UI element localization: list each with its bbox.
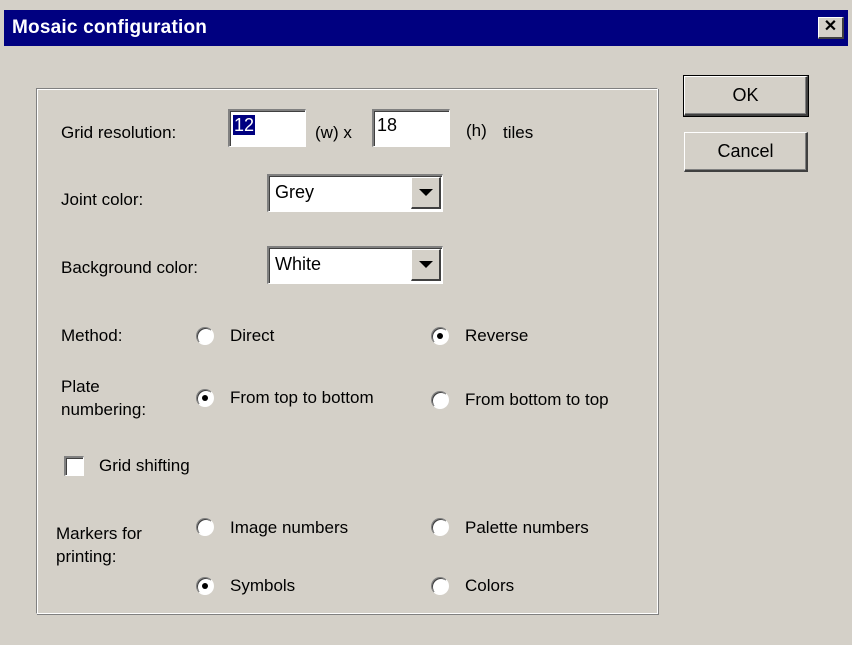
plate-numbering-label-line1: Plate xyxy=(61,377,100,396)
plate-numbering-label-line2: numbering: xyxy=(61,400,147,419)
grid-width-value: 12 xyxy=(233,115,256,135)
markers-colors-label[interactable]: Colors xyxy=(465,576,514,596)
close-icon[interactable]: ✕ xyxy=(818,17,844,39)
plate-bottom-to-top-label[interactable]: From bottom to top xyxy=(465,390,609,410)
markers-symbols-radio[interactable] xyxy=(196,577,214,595)
method-direct-radio[interactable] xyxy=(196,327,214,345)
grid-shifting-checkbox[interactable] xyxy=(64,456,84,476)
grid-height-value: 18 xyxy=(377,115,398,135)
markers-image-numbers-label[interactable]: Image numbers xyxy=(230,518,348,538)
plate-top-to-bottom-label[interactable]: From top to bottom xyxy=(230,388,374,408)
window-title: Mosaic configuration xyxy=(12,17,208,38)
joint-color-select[interactable]: Grey xyxy=(267,174,443,212)
markers-palette-numbers-label[interactable]: Palette numbers xyxy=(465,518,589,538)
grid-shifting-label[interactable]: Grid shifting xyxy=(99,456,190,476)
chevron-down-icon[interactable] xyxy=(411,249,441,281)
plate-top-to-bottom-radio[interactable] xyxy=(196,389,214,407)
cancel-button[interactable]: Cancel xyxy=(684,132,808,172)
grid-height-input[interactable]: 18 xyxy=(372,109,450,147)
chevron-down-icon[interactable] xyxy=(411,177,441,209)
markers-palette-numbers-radio[interactable] xyxy=(431,518,449,536)
method-reverse-label[interactable]: Reverse xyxy=(465,326,528,346)
joint-color-value: Grey xyxy=(275,182,315,202)
background-color-label: Background color: xyxy=(61,258,199,277)
grid-resolution-label: Grid resolution: xyxy=(61,123,177,142)
plate-bottom-to-top-radio[interactable] xyxy=(431,391,449,409)
ok-button[interactable]: OK xyxy=(683,75,809,117)
grid-tiles-suffix: tiles xyxy=(503,123,534,142)
markers-label-line2: printing: xyxy=(56,547,117,566)
title-bar[interactable]: Mosaic configuration ✕ xyxy=(4,10,848,46)
mosaic-config-dialog: Mosaic configuration ✕ OK Cancel Grid re… xyxy=(0,0,852,645)
grid-height-unit: (h) xyxy=(466,121,487,140)
markers-symbols-label[interactable]: Symbols xyxy=(230,576,295,596)
joint-color-label: Joint color: xyxy=(61,190,144,209)
background-color-value: White xyxy=(275,254,322,274)
markers-label-line1: Markers for xyxy=(56,524,142,543)
method-label: Method: xyxy=(61,326,123,345)
markers-image-numbers-radio[interactable] xyxy=(196,518,214,536)
background-color-select[interactable]: White xyxy=(267,246,443,284)
grid-width-input[interactable]: 12 xyxy=(228,109,306,147)
grid-width-unit: (w) x xyxy=(315,123,352,142)
markers-colors-radio[interactable] xyxy=(431,577,449,595)
method-reverse-radio[interactable] xyxy=(431,327,449,345)
method-direct-label[interactable]: Direct xyxy=(230,326,274,346)
